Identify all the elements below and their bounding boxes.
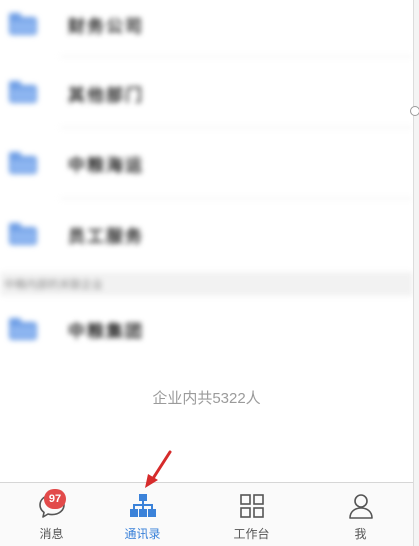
divider: [60, 127, 413, 128]
list-item-department[interactable]: 财务公司: [0, 0, 413, 54]
contacts-screen: 财务公司 其他部门 中粮海运 员工服务 中粮内部的关联企业 中粮集团 企业内共5…: [0, 0, 413, 546]
folder-icon: [9, 81, 37, 103]
divider: [60, 198, 413, 199]
section-header: 中粮内部的关联企业: [0, 272, 413, 296]
section-header-label: 中粮内部的关联企业: [4, 278, 103, 291]
grid-icon: [239, 494, 264, 518]
edge-strip: [413, 0, 419, 546]
tab-label: 通讯录: [124, 527, 161, 541]
tab-messages[interactable]: 97 消息: [0, 483, 103, 546]
department-label: 其他部门: [68, 86, 144, 106]
tab-label: 消息: [39, 527, 64, 541]
org-chart-icon: [129, 494, 156, 517]
list-item-department[interactable]: 中粮海运: [0, 133, 413, 193]
tab-me[interactable]: 我: [309, 483, 412, 546]
red-arrow-annotation: [145, 450, 172, 488]
resize-handle[interactable]: [410, 106, 419, 116]
folder-icon: [9, 152, 37, 174]
department-label: 员工服务: [68, 227, 144, 247]
folder-icon: [9, 223, 37, 245]
department-label: 中粮海运: [68, 156, 144, 176]
list-item-department[interactable]: 员工服务: [0, 204, 413, 264]
list-item-department[interactable]: 其他部门: [0, 62, 413, 122]
tab-label: 我: [354, 527, 367, 541]
tab-contacts[interactable]: 通讯录: [91, 483, 194, 546]
divider: [60, 56, 413, 57]
group-label: 中粮集团: [68, 322, 144, 342]
bottom-tab-bar: 97 消息 通讯录 工作台 我: [0, 482, 413, 546]
tab-workbench[interactable]: 工作台: [200, 483, 303, 546]
unread-badge: 97: [44, 489, 66, 509]
list-item-group[interactable]: 中粮集团: [0, 298, 413, 358]
department-list: 财务公司 其他部门 中粮海运 员工服务 中粮内部的关联企业 中粮集团: [0, 0, 413, 362]
member-count: 企业内共5322人: [152, 390, 261, 407]
person-icon: [348, 494, 373, 519]
folder-icon: [9, 13, 37, 35]
tab-label: 工作台: [233, 527, 270, 541]
folder-icon: [9, 318, 37, 340]
department-label: 财务公司: [68, 17, 144, 37]
